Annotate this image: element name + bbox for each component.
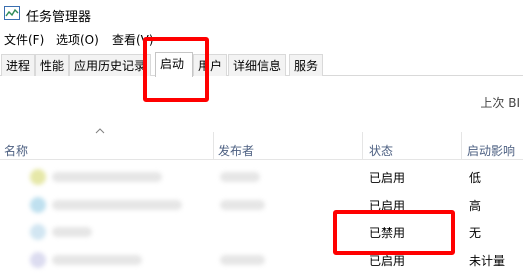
tab-app-history[interactable]: 应用历史记录 [69,54,152,76]
column-header-status[interactable]: 状态 [369,142,393,159]
table-header [0,130,523,160]
tab-performance[interactable]: 性能 [35,54,70,76]
column-divider[interactable] [362,132,363,160]
column-header-name[interactable]: 名称 [4,142,28,159]
blurred-app-name [52,227,92,237]
column-divider[interactable] [213,132,214,160]
last-bios-time-label: 上次 BI [480,96,520,110]
impact-cell: 低 [469,171,482,185]
disabled-status-highlight-box [333,210,455,255]
sort-ascending-icon[interactable] [95,128,105,134]
app-icon [30,252,46,268]
startup-tab-highlight-box [143,37,209,102]
window-title: 任务管理器 [26,10,92,25]
blurred-app-name [52,255,142,265]
table-row[interactable]: 已启用 低 [0,165,523,190]
app-icon [30,224,46,240]
impact-cell: 无 [469,226,482,240]
app-icon [30,169,46,185]
app-icon [30,197,46,213]
blurred-publisher [220,200,265,210]
blurred-publisher [220,172,260,182]
status-cell: 已启用 [369,171,406,185]
impact-cell: 高 [469,199,482,213]
menu-file[interactable]: 文件(F) [4,31,44,48]
tab-services[interactable]: 服务 [289,54,324,76]
tab-strip: 进程 性能 应用历史记录 启动 用户 详细信息 服务 [0,52,523,77]
blurred-publisher [220,255,265,265]
menu-bar: 文件(F) 选项(O) 查看(V) [0,28,523,50]
blurred-app-name [52,172,162,182]
menu-options[interactable]: 选项(O) [56,31,99,48]
column-divider[interactable] [461,132,462,160]
task-manager-icon [4,6,20,20]
tab-processes[interactable]: 进程 [1,54,36,76]
tab-details[interactable]: 详细信息 [228,54,287,76]
impact-cell: 未计量 [469,254,506,268]
column-header-impact[interactable]: 启动影响 [467,142,515,159]
blurred-app-name [52,200,182,210]
column-header-publisher[interactable]: 发布者 [218,142,254,159]
title-bar: 任务管理器 [0,0,523,28]
